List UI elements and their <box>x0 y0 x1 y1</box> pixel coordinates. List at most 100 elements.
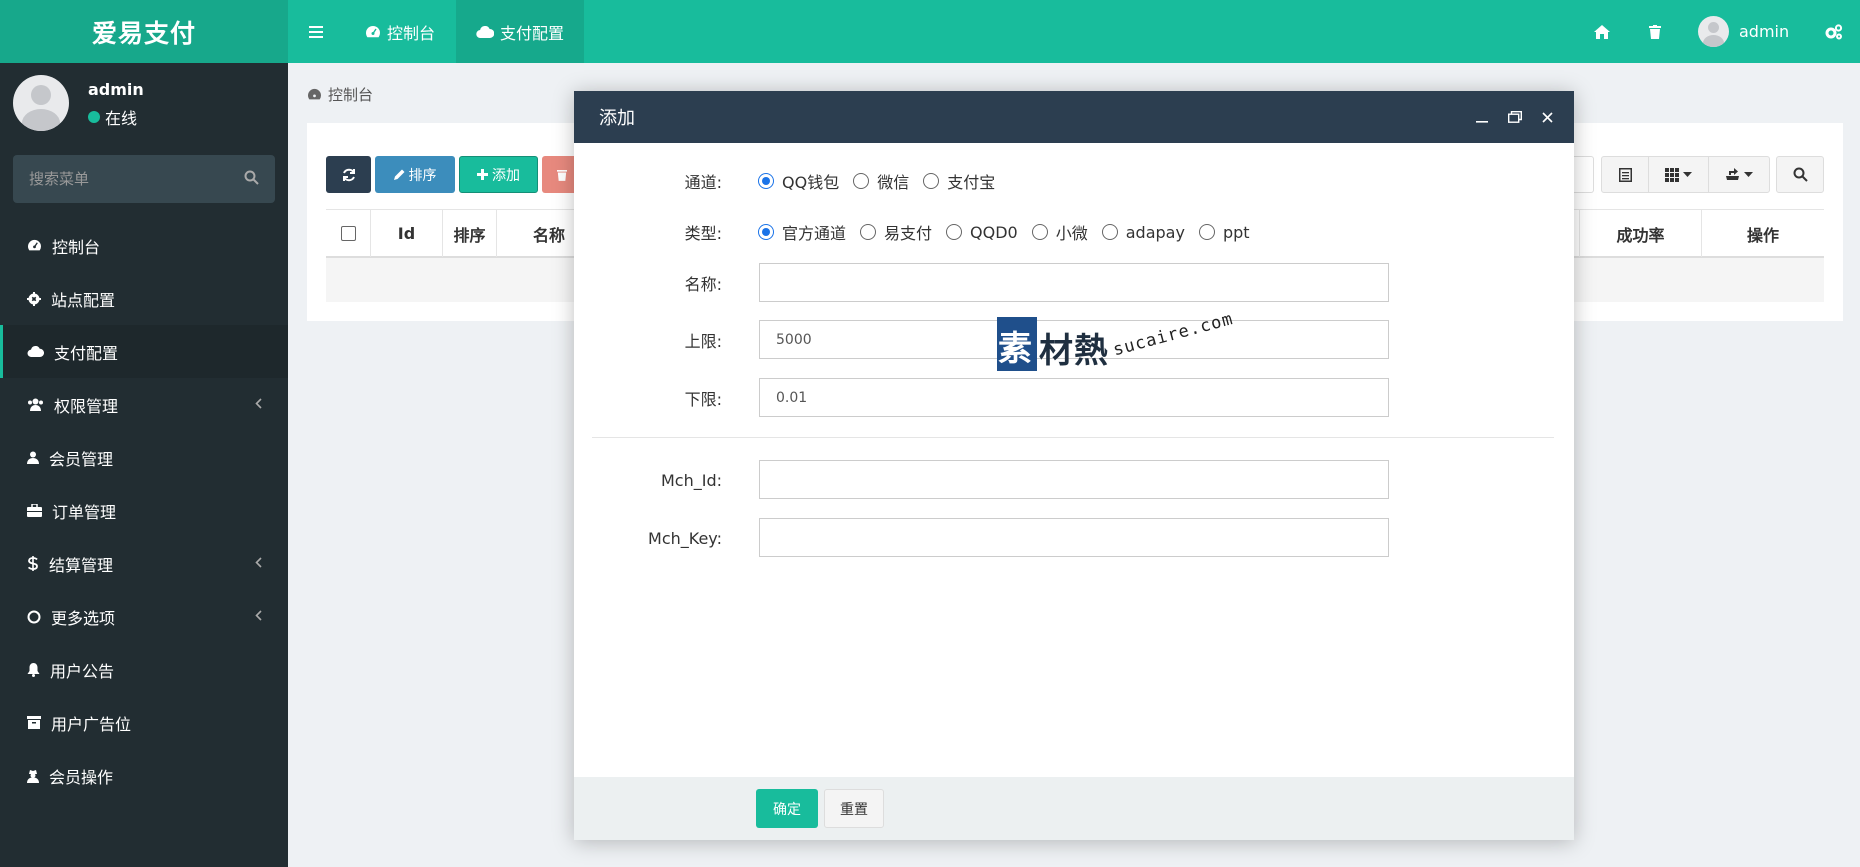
channel-option-qq-wallet[interactable]: QQ钱包 <box>758 169 839 193</box>
breadcrumb-label[interactable]: 控制台 <box>328 84 373 105</box>
cloud-icon <box>476 25 494 38</box>
sidebar-item-announcements[interactable]: 用户公告 <box>0 643 288 696</box>
sidebar-item-label: 结算管理 <box>49 555 114 575</box>
option-label: 小微 <box>1055 224 1088 243</box>
add-dialog: 添加 通道: QQ钱包 微信 支付宝 类型: 官方通道 易支付 QQD0 小微 … <box>574 91 1574 840</box>
option-label: 微信 <box>877 173 910 192</box>
mch-id-label: Mch_Id: <box>660 470 722 490</box>
sidebar-item-dashboard[interactable]: 控制台 <box>0 219 288 272</box>
columns-button[interactable] <box>1648 156 1709 193</box>
minimize-icon <box>1476 121 1488 123</box>
export-icon <box>1726 168 1739 180</box>
top-tab-dashboard[interactable]: 控制台 <box>345 0 455 63</box>
user-secret-icon <box>27 769 39 783</box>
plus-icon <box>477 169 488 180</box>
channel-option-wechat[interactable]: 微信 <box>853 169 909 193</box>
sort-button-label: 排序 <box>408 167 437 184</box>
export-button[interactable] <box>1708 156 1770 193</box>
column-header-success-rate[interactable]: 成功率 <box>1579 210 1702 257</box>
watermark-first-char: 素 <box>998 329 1032 369</box>
mch-id-input[interactable] <box>759 460 1389 499</box>
breadcrumb: 控制台 <box>307 84 373 105</box>
option-label: 易支付 <box>884 224 933 243</box>
select-all-checkbox[interactable] <box>340 226 356 241</box>
sidebar-item-label: 更多选项 <box>51 608 116 628</box>
radio-icon <box>923 173 940 189</box>
name-row: 名称: <box>574 263 1574 303</box>
sidebar-item-settlement[interactable]: 结算管理 <box>0 537 288 590</box>
settings-button[interactable] <box>1820 0 1848 63</box>
name-input[interactable] <box>759 263 1389 302</box>
column-header-sort[interactable]: 排序 <box>443 210 497 257</box>
dialog-footer: 确定 重置 <box>574 777 1574 840</box>
chevron-left-icon <box>255 610 262 621</box>
type-option-qqd0[interactable]: QQD0 <box>946 223 1018 242</box>
mch-key-row: Mch_Key: <box>574 518 1574 558</box>
avatar <box>1698 16 1729 47</box>
sidebar-item-label: 控制台 <box>52 237 101 257</box>
app-logo[interactable]: 爱易支付 <box>0 0 288 63</box>
trash-icon <box>557 169 567 181</box>
online-status-label: 在线 <box>105 109 138 128</box>
type-option-adapay[interactable]: adapay <box>1101 223 1185 242</box>
type-radio-group: 官方通道 易支付 QQD0 小微 adapay ppt <box>758 212 1264 252</box>
option-label: QQ钱包 <box>782 173 840 192</box>
top-tab-pay-config[interactable]: 支付配置 <box>456 0 585 63</box>
maximize-icon <box>1508 111 1522 123</box>
sidebar-item-permissions[interactable]: 权限管理 <box>0 378 288 431</box>
add-button[interactable]: 添加 <box>459 156 538 193</box>
sidebar-item-ad-slots[interactable]: 用户广告位 <box>0 696 288 749</box>
advanced-search-button[interactable] <box>1776 156 1824 193</box>
sidebar-user-name: admin <box>88 80 144 99</box>
user-menu[interactable]: admin <box>1698 0 1789 63</box>
channel-label: 通道: <box>684 173 722 192</box>
sidebar-item-member-ops[interactable]: 会员操作 <box>0 749 288 802</box>
mch-key-input[interactable] <box>759 518 1389 557</box>
lower-limit-label: 下限: <box>684 390 722 409</box>
sidebar-item-pay-config[interactable]: 支付配置 <box>0 325 288 378</box>
type-option-official[interactable]: 官方通道 <box>758 220 846 244</box>
refresh-button[interactable] <box>326 156 371 193</box>
archive-icon <box>27 716 41 729</box>
home-button[interactable] <box>1588 0 1616 63</box>
users-icon <box>28 398 43 411</box>
menu-search-input[interactable] <box>13 155 233 203</box>
top-tab-label: 支付配置 <box>500 23 565 43</box>
radio-selected-icon <box>758 173 774 189</box>
refresh-icon <box>342 168 355 181</box>
sidebar-item-site-config[interactable]: 站点配置 <box>0 272 288 325</box>
lower-limit-input[interactable] <box>759 378 1389 417</box>
sort-button[interactable]: 排序 <box>375 156 455 193</box>
sidebar-item-label: 用户公告 <box>50 661 115 681</box>
maximize-button[interactable] <box>1503 91 1527 143</box>
sidebar-toggle-button[interactable] <box>288 0 343 63</box>
type-label: 类型: <box>684 224 722 243</box>
close-button[interactable] <box>1535 91 1559 143</box>
confirm-button[interactable]: 确定 <box>756 789 818 828</box>
sidebar-item-label: 用户广告位 <box>51 714 132 734</box>
clear-cache-button[interactable] <box>1641 0 1669 63</box>
add-button-label: 添加 <box>492 167 520 184</box>
radio-icon <box>1031 224 1048 240</box>
lower-limit-row: 下限: <box>574 378 1574 418</box>
minimize-button[interactable] <box>1470 91 1494 143</box>
search-icon[interactable] <box>244 170 259 189</box>
reset-button[interactable]: 重置 <box>824 789 884 828</box>
channel-option-alipay[interactable]: 支付宝 <box>923 169 995 193</box>
briefcase-icon <box>27 504 42 517</box>
column-header-actions: 操作 <box>1746 225 1779 245</box>
sidebar-item-orders[interactable]: 订单管理 <box>0 484 288 537</box>
upper-limit-label: 上限: <box>684 332 722 351</box>
sidebar-item-members[interactable]: 会员管理 <box>0 431 288 484</box>
sidebar-item-more-options[interactable]: 更多选项 <box>0 590 288 643</box>
sidebar-item-label: 站点配置 <box>51 290 116 310</box>
type-option-epay[interactable]: 易支付 <box>860 220 932 244</box>
type-option-xiaowei[interactable]: 小微 <box>1031 220 1088 244</box>
column-header-id[interactable]: Id <box>371 210 443 257</box>
caret-down-icon <box>1744 172 1753 177</box>
type-option-ppt[interactable]: ppt <box>1198 222 1250 242</box>
toggle-view-button[interactable] <box>1601 156 1649 193</box>
option-label: ppt <box>1222 222 1250 242</box>
list-icon <box>1618 167 1632 182</box>
option-label: 支付宝 <box>947 173 996 192</box>
